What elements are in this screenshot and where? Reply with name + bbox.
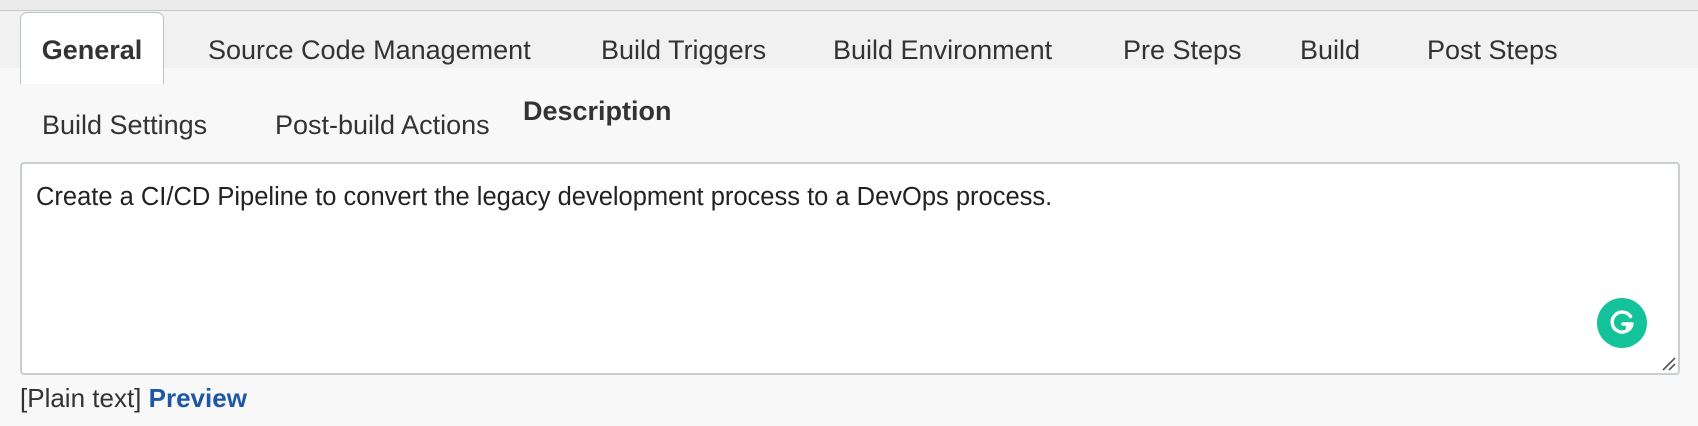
tab-build-triggers[interactable]: Build Triggers [601,33,766,67]
grammarly-icon[interactable] [1597,298,1647,348]
description-text[interactable]: Create a CI/CD Pipeline to convert the l… [36,183,1052,211]
top-divider [0,0,1698,11]
tab-pre-steps[interactable]: Pre Steps [1123,33,1242,67]
tab-build-environment[interactable]: Build Environment [833,33,1052,67]
preview-link[interactable]: Preview [149,383,247,413]
description-textarea[interactable]: Create a CI/CD Pipeline to convert the l… [20,162,1680,375]
format-label: [Plain text] [20,383,142,413]
tab-post-steps[interactable]: Post Steps [1427,33,1558,67]
tab-build-settings[interactable]: Build Settings [42,108,207,142]
description-label: Description [523,96,672,126]
tab-general[interactable]: General [20,12,164,84]
grammarly-g-glyph [1610,310,1634,334]
tab-source-code-management[interactable]: Source Code Management [208,33,531,67]
tab-post-build-actions[interactable]: Post-build Actions [275,108,490,142]
tab-build[interactable]: Build [1300,33,1360,67]
resize-grip-icon[interactable] [1660,355,1676,371]
description-footer: [Plain text] Preview [20,381,247,415]
